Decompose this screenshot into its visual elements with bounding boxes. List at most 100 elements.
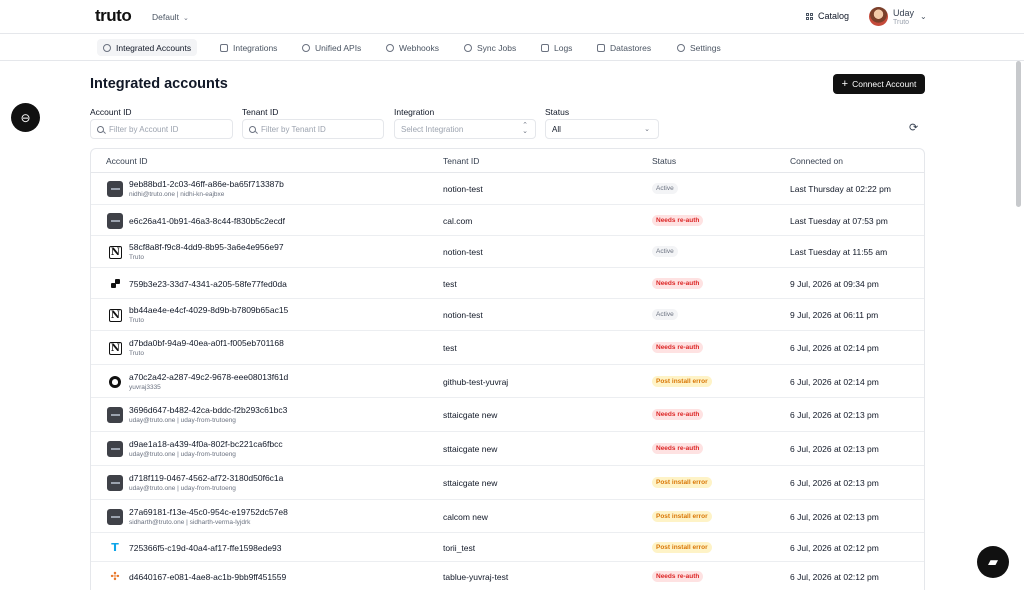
table-row[interactable]: 27a69181-f13e-45c0-954c-e19752dc57e8 sidh…	[91, 500, 924, 533]
connected-on: 9 Jul, 2026 at 09:34 pm	[790, 278, 879, 289]
integration-logo-icon: N	[109, 308, 122, 322]
integration-logo-icon	[107, 407, 123, 423]
account-id[interactable]: 58cf8a8f-f9c8-4dd9-8b95-3a6e4e956e97	[129, 242, 284, 252]
tenant-id: torii_test	[443, 542, 476, 553]
account-subtitle: uday@truto.one | uday-from-trutoeng	[129, 417, 236, 424]
integration-logo-icon: N	[109, 245, 122, 259]
table-row[interactable]: ✣ d4640167-e081-4ae8-ac1b-9bb9ff451559 tab…	[91, 562, 924, 590]
tab-datastores[interactable]: Datastores	[591, 39, 657, 56]
tenant-id: notion-test	[443, 184, 483, 194]
status-select[interactable]: All ⌄	[545, 119, 659, 139]
table-row[interactable]: T 725366f5-c19d-40a4-af17-ffe1598ede93 tor…	[91, 533, 924, 562]
grid-icon	[806, 12, 813, 20]
account-id[interactable]: 27a69181-f13e-45c0-954c-e19752dc57e8	[129, 507, 288, 517]
status-badge: Post install error	[652, 477, 712, 488]
avatar[interactable]	[869, 7, 888, 26]
account-id[interactable]: 3696d647-b482-42ca-bddc-f2b293c61bc3	[129, 405, 287, 415]
status-badge: Needs re-auth	[652, 342, 704, 353]
table-header: Account ID Tenant ID Status Connected on	[91, 149, 924, 173]
connected-on: 6 Jul, 2026 at 02:13 pm	[790, 511, 879, 522]
accounts-table: Account ID Tenant ID Status Connected on…	[90, 148, 925, 590]
account-subtitle: uday@truto.one | uday-from-trutoeng	[129, 485, 236, 492]
account-id[interactable]: d7bda0bf-94a9-40ea-a0f1-f005eb701168	[129, 338, 284, 348]
tenant-id: sttaicgate new	[443, 478, 498, 488]
tab-settings[interactable]: Settings	[671, 39, 727, 56]
catalog-label: Catalog	[818, 11, 850, 21]
chevron-down-icon[interactable]: ⌄	[920, 12, 927, 21]
gear-icon	[677, 43, 685, 52]
account-id[interactable]: 9eb88bd1-2c03-46ff-a86e-ba65f713387b	[129, 179, 284, 189]
header-connected-on: Connected on	[790, 156, 843, 166]
tenant-id: sttaicgate new	[443, 410, 498, 420]
tenant-id: notion-test	[443, 310, 483, 320]
table-row[interactable]: d718f119-0467-4562-af72-3180d50f6c1a uday…	[91, 466, 924, 500]
top-bar: truto Default ⌄ Catalog Uday Truto ⌄	[0, 0, 1024, 34]
account-id[interactable]: d718f119-0467-4562-af72-3180d50f6c1a	[129, 473, 283, 483]
tab-label: Webhooks	[399, 42, 440, 53]
user-name: Uday	[893, 8, 915, 18]
tab-label: Datastores	[610, 42, 652, 53]
account-id[interactable]: bb44ae4e-e4cf-4029-8d9b-b7809b65ac15	[129, 305, 288, 315]
globe-icon	[302, 43, 310, 52]
table-row[interactable]: Nbb44ae4e-e4cf-4029-8d9b-b7809b65ac15 Tru…	[91, 299, 924, 331]
workspace-name: Default	[152, 12, 179, 22]
tab-integrated-accounts[interactable]: Integrated Accounts	[97, 39, 198, 56]
tenant-id: notion-test	[443, 247, 483, 257]
tab-label: Logs	[554, 42, 573, 53]
integration-logo-icon: N	[109, 341, 122, 355]
user-org: Truto	[893, 19, 910, 26]
account-subtitle: sidharth@truto.one | sidharth-verma-lyjd…	[129, 518, 251, 526]
integration-placeholder: Select Integration	[401, 124, 464, 134]
account-id[interactable]: e6c26a41-0b91-46a3-8c44-f830b5c2ecdf	[129, 216, 285, 226]
account-subtitle: Truto	[129, 317, 144, 324]
connect-account-button[interactable]: + Connect Account	[833, 74, 925, 94]
status-badge: Needs re-auth	[652, 214, 704, 226]
table-row[interactable]: Nd7bda0bf-94a9-40ea-a0f1-f005eb701168 Tru…	[91, 331, 924, 365]
table-row[interactable]: 3696d647-b482-42ca-bddc-f2b293c61bc3 uday…	[91, 398, 924, 432]
connected-on: 6 Jul, 2026 at 02:14 pm	[790, 343, 879, 353]
tenant-id: test	[443, 343, 457, 353]
tab-webhooks[interactable]: Webhooks	[380, 39, 445, 56]
workspace-selector[interactable]: Default ⌄	[152, 12, 189, 22]
table-row[interactable]: 759b3e23-33d7-4341-a205-58fe77fed0da test…	[91, 268, 924, 299]
grid-icon	[220, 43, 228, 52]
connected-on: 6 Jul, 2026 at 02:13 pm	[790, 478, 879, 488]
table-row[interactable]: d9ae1a18-a439-4f0a-802f-bc221ca6fbcc uday…	[91, 432, 924, 466]
truto-logo[interactable]: truto	[95, 6, 132, 26]
chat-icon: ▰	[988, 554, 998, 569]
tab-integrations[interactable]: Integrations	[214, 39, 283, 56]
table-row[interactable]: a70c2a42-a287-49c2-9678-eee08013f61d yuvr…	[91, 365, 924, 398]
account-id-input[interactable]: Filter by Account ID	[90, 119, 233, 139]
account-id-placeholder: Filter by Account ID	[109, 124, 179, 134]
integration-select[interactable]: Select Integration ⌃ ⌄	[394, 119, 536, 139]
account-id[interactable]: 725366f5-c19d-40a4-af17-ffe1598ede93	[129, 543, 282, 553]
chat-button[interactable]: ▰	[977, 546, 1009, 578]
status-label: Status	[545, 107, 570, 117]
status-badge: Post install error	[652, 375, 712, 387]
refresh-icon[interactable]: ⟳	[909, 123, 920, 134]
catalog-link[interactable]: Catalog	[806, 11, 849, 21]
account-id[interactable]: d9ae1a18-a439-4f0a-802f-bc221ca6fbcc	[129, 439, 283, 449]
tab-logs[interactable]: Logs	[535, 39, 578, 56]
account-id[interactable]: 759b3e23-33d7-4341-a205-58fe77fed0da	[129, 279, 287, 289]
integration-logo-icon	[107, 181, 123, 197]
tenant-id-input[interactable]: Filter by Tenant ID	[242, 119, 384, 139]
table-row[interactable]: e6c26a41-0b91-46a3-8c44-f830b5c2ecdf cal.…	[91, 205, 924, 236]
tab-label: Unified APIs	[315, 42, 362, 53]
account-id[interactable]: d4640167-e081-4ae8-ac1b-9bb9ff451559	[129, 572, 286, 582]
scrollbar[interactable]	[1016, 61, 1021, 207]
assistant-button[interactable]: ⊖	[11, 103, 40, 132]
webhook-icon	[386, 43, 394, 52]
table-row[interactable]: 9eb88bd1-2c03-46ff-a86e-ba65f713387b nidh…	[91, 173, 924, 205]
user-menu[interactable]: Uday Truto	[893, 8, 914, 28]
tenant-id: test	[443, 278, 457, 289]
table-row[interactable]: N 58cf8a8f-f9c8-4dd9-8b95-3a6e4e956e97 Tru…	[91, 236, 924, 268]
tab-unified-apis[interactable]: Unified APIs	[296, 39, 367, 56]
account-id[interactable]: a70c2a42-a287-49c2-9678-eee08013f61d	[129, 372, 288, 382]
status-badge: Post install error	[652, 541, 712, 553]
connected-on: 6 Jul, 2026 at 02:13 pm	[790, 444, 879, 454]
account-subtitle: Truto	[129, 350, 144, 357]
tenant-id: tablue-yuvraj-test	[443, 571, 509, 582]
up-down-icon: ⌃ ⌄	[522, 122, 528, 135]
tab-sync-jobs[interactable]: Sync Jobs	[458, 39, 522, 56]
